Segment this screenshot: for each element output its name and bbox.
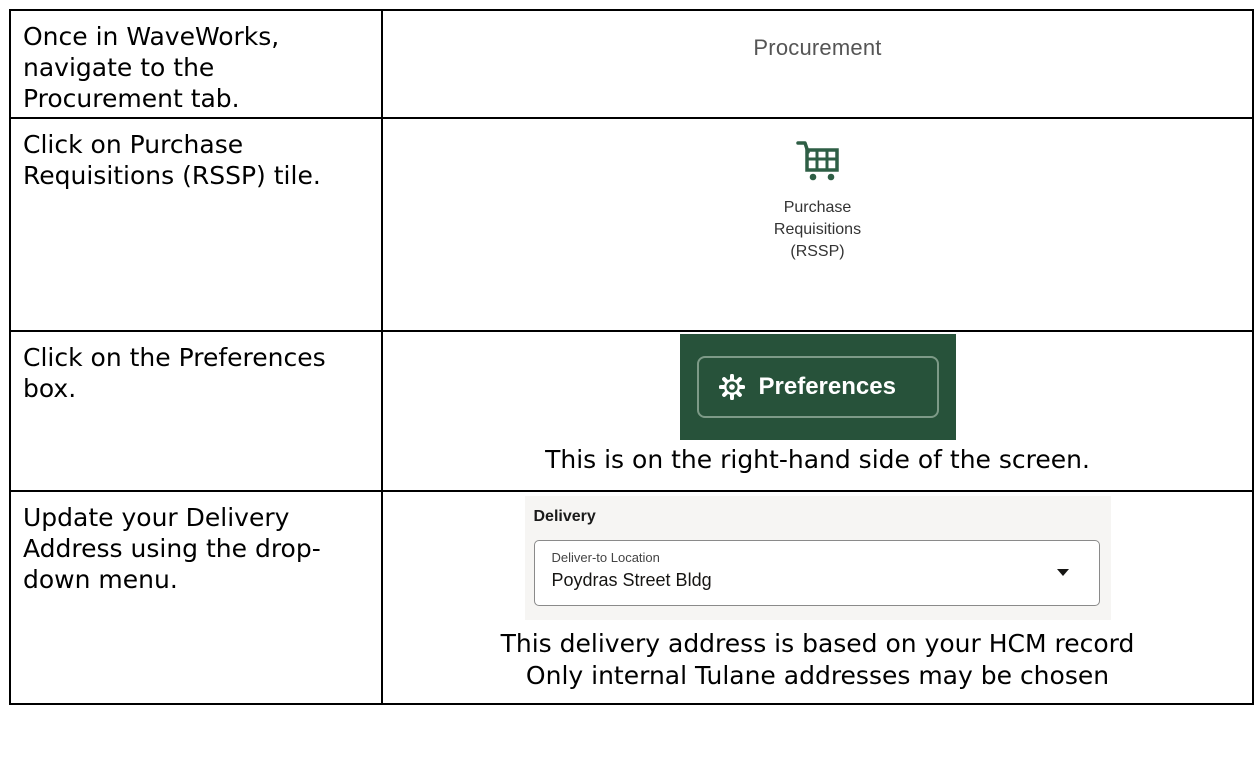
step-1-text: Once in WaveWorks, navigate to the Procu… — [23, 22, 280, 113]
table-row: Click on Purchase Requisitions (RSSP) ti… — [9, 117, 1254, 332]
instruction-cell: Click on the Preferences box. — [9, 330, 383, 492]
instruction-cell: Click on Purchase Requisitions (RSSP) ti… — [9, 117, 383, 332]
step-4-text: Update your Delivery Address using the d… — [23, 503, 321, 594]
procurement-tab-label[interactable]: Procurement — [753, 35, 881, 61]
gear-icon — [718, 374, 745, 400]
shopping-cart-icon — [795, 141, 839, 181]
illustration-cell: Purchase Requisitions (RSSP) — [381, 117, 1254, 332]
preferences-note: This is on the right-hand side of the sc… — [545, 445, 1090, 474]
caret-down-icon[interactable] — [1056, 569, 1069, 577]
step-3-text: Click on the Preferences box. — [23, 343, 326, 403]
table-row: Click on the Preferences box. Preference… — [9, 330, 1254, 492]
tile-label-line: Requisitions — [773, 221, 862, 238]
illustration-cell: Procurement — [381, 9, 1254, 119]
deliver-to-location-select[interactable]: Deliver-to Location Poydras Street Bldg — [533, 540, 1100, 606]
delivery-note-1: This delivery address is based on your H… — [500, 629, 1135, 658]
delivery-panel: Delivery Deliver-to Location Poydras Str… — [524, 496, 1111, 620]
tile-label-line: (RSSP) — [790, 243, 845, 260]
delivery-section-title: Delivery — [533, 508, 596, 525]
tile-label-line: Purchase — [783, 199, 852, 216]
preferences-panel: Preferences — [679, 334, 956, 440]
illustration-cell: Preferences This is on the right-hand si… — [381, 330, 1254, 492]
tile-label: Purchase Requisitions (RSSP) — [774, 197, 861, 263]
instruction-cell: Update your Delivery Address using the d… — [9, 490, 383, 705]
table-row: Once in WaveWorks, navigate to the Procu… — [9, 9, 1254, 119]
illustration-cell: Delivery Deliver-to Location Poydras Str… — [381, 490, 1254, 705]
select-label: Deliver-to Location — [551, 550, 660, 565]
select-value: Poydras Street Bldg — [551, 570, 712, 590]
delivery-note-2: Only internal Tulane addresses may be ch… — [525, 661, 1110, 690]
table-row: Update your Delivery Address using the d… — [9, 490, 1254, 705]
step-2-text: Click on Purchase Requisitions (RSSP) ti… — [23, 130, 321, 190]
preferences-label: Preferences — [758, 373, 896, 400]
instruction-cell: Once in WaveWorks, navigate to the Procu… — [9, 9, 383, 119]
preferences-button[interactable]: Preferences — [696, 356, 939, 418]
instructions-table: Once in WaveWorks, navigate to the Procu… — [9, 9, 1254, 705]
purchase-requisitions-tile[interactable]: Purchase Requisitions (RSSP) — [383, 119, 1252, 263]
